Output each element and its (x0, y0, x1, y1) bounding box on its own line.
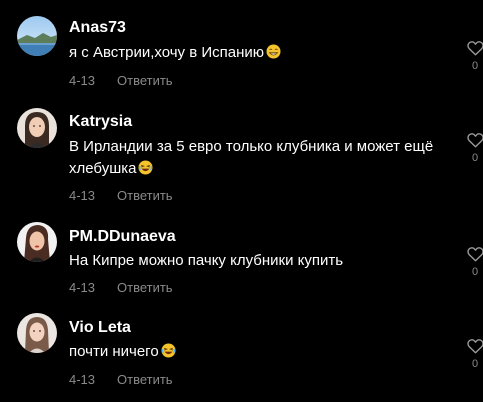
like-button[interactable]: 0 (466, 339, 483, 370)
comment-meta: 4-13 Ответить (69, 372, 173, 387)
laughing-emoji-icon (161, 343, 176, 358)
heart-icon (466, 339, 483, 354)
avatar[interactable] (17, 16, 57, 56)
comment-text: почти ничего (69, 341, 439, 363)
like-count: 0 (471, 358, 479, 370)
comment-meta: 4-13 Ответить (69, 280, 173, 295)
username[interactable]: Katrysia (69, 113, 132, 131)
heart-icon (466, 41, 483, 56)
reply-button[interactable]: Ответить (117, 280, 173, 295)
like-button[interactable]: 0 (466, 247, 483, 278)
reply-button[interactable]: Ответить (117, 372, 173, 387)
grin-emoji-icon (266, 44, 281, 59)
comment-body: В Ирландии за 5 евро только клубника и м… (69, 138, 434, 177)
heart-icon (466, 133, 483, 148)
like-count: 0 (471, 152, 479, 164)
heart-icon (466, 247, 483, 262)
like-button[interactable]: 0 (466, 133, 483, 164)
comment-meta: 4-13 Ответить (69, 73, 173, 88)
like-count: 0 (471, 60, 479, 72)
avatar[interactable] (17, 313, 57, 353)
comment-meta: 4-13 Ответить (69, 188, 173, 203)
comment-date: 4-13 (69, 73, 96, 88)
comment-body: почти ничего (69, 343, 159, 360)
like-button[interactable]: 0 (466, 41, 483, 72)
avatar[interactable] (17, 222, 57, 262)
comment-date: 4-13 (69, 188, 96, 203)
comment-body: я с Австрии,хочу в Испанию (69, 44, 265, 61)
username[interactable]: Vio Leta (69, 319, 131, 337)
comment-date: 4-13 (69, 372, 96, 387)
comment-body: На Кипре можно пачку клубники купить (69, 252, 344, 269)
comment-date: 4-13 (69, 280, 96, 295)
username[interactable]: PM.DDunaeva (69, 228, 176, 246)
like-count: 0 (471, 266, 479, 278)
comment-text: На Кипре можно пачку клубники купить (69, 250, 439, 272)
comment-text: В Ирландии за 5 евро только клубника и м… (69, 136, 439, 180)
reply-button[interactable]: Ответить (117, 188, 173, 203)
laughing-emoji-icon (138, 160, 153, 175)
username[interactable]: Anas73 (69, 19, 126, 37)
reply-button[interactable]: Ответить (117, 73, 173, 88)
avatar[interactable] (17, 108, 57, 148)
comment-text: я с Австрии,хочу в Испанию (69, 42, 439, 64)
